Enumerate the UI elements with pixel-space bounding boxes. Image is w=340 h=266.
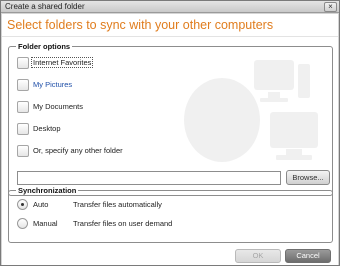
cancel-button[interactable]: Cancel bbox=[285, 249, 331, 263]
auto-label: Auto bbox=[33, 200, 49, 209]
desktop-checkbox[interactable] bbox=[17, 123, 29, 135]
ok-button[interactable]: OK bbox=[235, 249, 281, 263]
synchronization-group: Synchronization Auto Transfer files auto… bbox=[8, 186, 333, 243]
manual-description: Transfer files on user demand bbox=[73, 219, 173, 228]
desktop-label: Desktop bbox=[33, 124, 61, 133]
internet-favorites-label: Internet Favorites bbox=[31, 57, 94, 68]
header-divider bbox=[2, 36, 338, 37]
title-bar[interactable]: Create a shared folder × bbox=[1, 1, 339, 13]
page-title: Select folders to sync with your other c… bbox=[7, 18, 274, 32]
folder-options-legend: Folder options bbox=[16, 42, 73, 51]
dialog-window: Create a shared folder × Select folders … bbox=[0, 0, 340, 266]
internet-favorites-checkbox[interactable] bbox=[17, 57, 29, 69]
synchronization-legend: Synchronization bbox=[16, 186, 79, 195]
my-pictures-checkbox[interactable] bbox=[17, 79, 29, 91]
folder-options-group: Folder options Internet Favorites My Pic… bbox=[8, 42, 333, 196]
browse-button[interactable]: Browse... bbox=[286, 170, 330, 185]
my-documents-label: My Documents bbox=[33, 102, 84, 111]
manual-radio[interactable] bbox=[17, 218, 28, 229]
close-button[interactable]: × bbox=[324, 2, 337, 12]
radio-selected-dot bbox=[21, 203, 24, 206]
auto-description: Transfer files automatically bbox=[73, 200, 162, 209]
other-folder-label: Or, specify any other folder bbox=[33, 146, 123, 155]
window-title: Create a shared folder bbox=[5, 2, 85, 11]
dialog-content: Select folders to sync with your other c… bbox=[2, 14, 338, 265]
my-documents-checkbox[interactable] bbox=[17, 101, 29, 113]
auto-radio[interactable] bbox=[17, 199, 28, 210]
manual-label: Manual bbox=[33, 219, 58, 228]
my-pictures-label: My Pictures bbox=[33, 80, 73, 89]
folder-path-input[interactable] bbox=[17, 171, 281, 185]
other-folder-checkbox[interactable] bbox=[17, 145, 29, 157]
